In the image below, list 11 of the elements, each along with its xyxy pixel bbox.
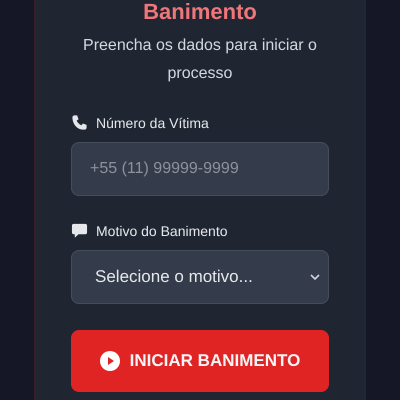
phone-input-field[interactable]: +55 (11) 99999-9999 <box>71 142 329 196</box>
form-subtitle: Preencha os dados para iniciar o processo <box>82 36 318 84</box>
field-label: Número da Vítima <box>96 114 209 130</box>
start-ban-button[interactable]: INICIAR BANIMENTO <box>71 330 329 392</box>
phone-icon <box>71 114 88 131</box>
chevron-down-icon <box>310 274 320 280</box>
reason-dropdown[interactable]: Selecione o motivo... <box>71 250 329 304</box>
field-label: Motivo do Banimento <box>96 222 228 238</box>
chat-icon <box>71 222 88 239</box>
form-title: Banimento <box>142 0 258 24</box>
play-icon <box>100 351 120 371</box>
